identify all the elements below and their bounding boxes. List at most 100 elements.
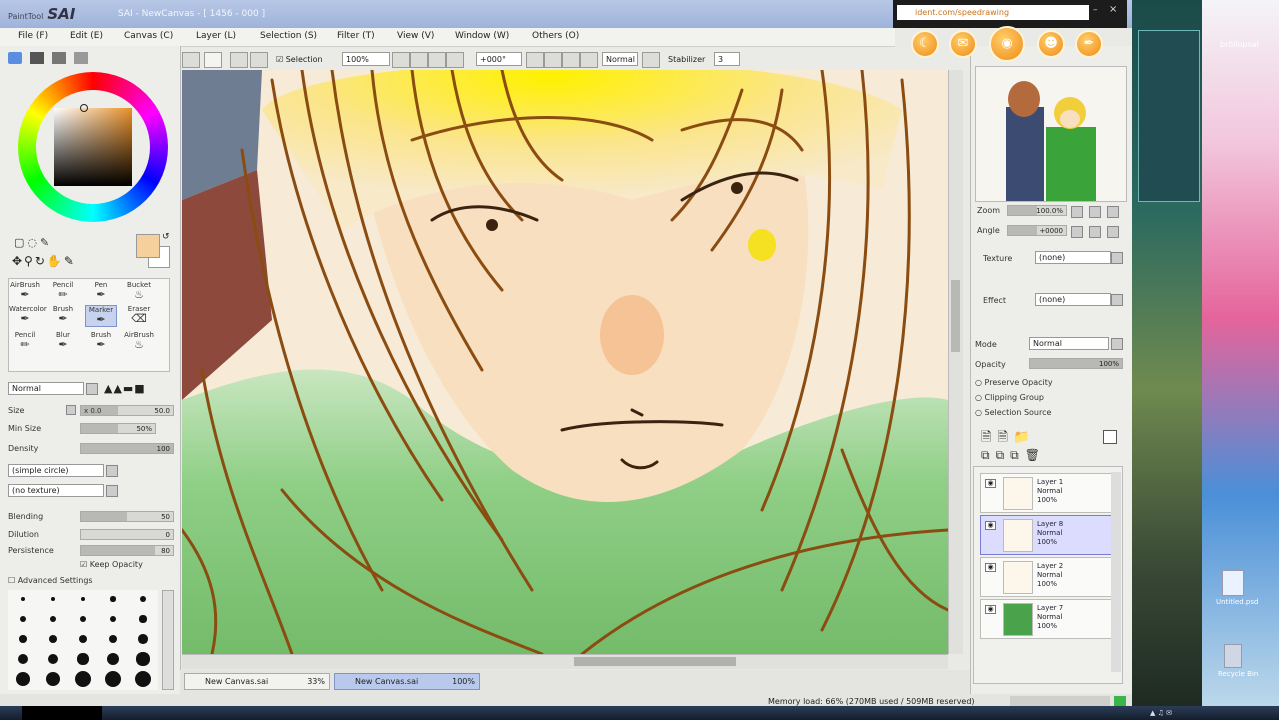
preserve-opacity-checkbox[interactable]: ○ Preserve Opacity	[975, 378, 1053, 387]
desktop-icon-label[interactable]: Untitled.psd	[1216, 598, 1258, 606]
brush-size-dot[interactable]	[136, 652, 150, 666]
tool-bucket[interactable]: Bucket ♨	[123, 281, 155, 303]
nav-rotate-left-button[interactable]	[1071, 226, 1083, 238]
brush-mode-dropdown[interactable]: Normal	[8, 382, 84, 395]
brush-size-dot[interactable]	[50, 596, 56, 602]
brush-size-dot[interactable]	[139, 615, 147, 623]
nav-zoom-out-button[interactable]	[1089, 206, 1101, 218]
density-slider[interactable]: 100	[80, 443, 174, 454]
keep-opacity-checkbox[interactable]: ☑ Keep Opacity	[80, 560, 143, 569]
zoom-fit-button[interactable]	[446, 52, 464, 68]
menu-edit[interactable]: Edit (E)	[70, 31, 103, 41]
zoom-in-button[interactable]	[392, 52, 410, 68]
menu-window[interactable]: Window (W)	[455, 31, 509, 41]
canvas-vertical-scrollbar[interactable]	[948, 70, 963, 654]
document-tab[interactable]: New Canvas.sai 33%	[184, 673, 330, 690]
hide-selection-button[interactable]	[230, 52, 248, 68]
tool-blur[interactable]: Blur ✒	[47, 331, 79, 353]
brush-size-dot[interactable]	[19, 615, 27, 623]
new-layer-buttons[interactable]: 🗎🗎📁	[981, 428, 1036, 450]
overlay-brush-icon[interactable]: ✒	[1075, 30, 1103, 58]
menu-file[interactable]: File (F)	[18, 31, 48, 41]
brush-mode-arrow-icon[interactable]	[86, 383, 98, 395]
tool-brush-2[interactable]: Brush ✒	[47, 305, 79, 327]
brush-size-dot[interactable]	[17, 653, 29, 665]
swap-colors-icon[interactable]: ↺	[162, 232, 170, 242]
hsv-slider-tab-icon[interactable]	[52, 52, 66, 64]
brush-size-dot[interactable]	[75, 671, 91, 687]
brush-size-dot[interactable]	[140, 596, 146, 602]
rotation-field[interactable]: +000°	[476, 52, 522, 66]
zoom-reset-button[interactable]	[428, 52, 446, 68]
brush-size-dot[interactable]	[78, 634, 88, 644]
tool-pen[interactable]: Pen ✒	[85, 281, 117, 303]
layer-mode-dropdown[interactable]: Normal	[1029, 337, 1109, 350]
invert-selection-button[interactable]	[204, 52, 222, 68]
stabilizer-field[interactable]: 3	[714, 52, 740, 66]
selection-source-checkbox[interactable]: ○ Selection Source	[975, 408, 1051, 417]
color-wheel-tab-icon[interactable]	[8, 52, 22, 64]
brush-size-dot[interactable]	[19, 635, 27, 643]
tool-marker[interactable]: Marker ✒	[85, 305, 117, 327]
menu-filter[interactable]: Filter (T)	[337, 31, 375, 41]
tool-airbrush[interactable]: AirBrush ✒	[9, 281, 41, 303]
nav-rotate-reset-button[interactable]	[1107, 226, 1119, 238]
select-tools-row[interactable]: ▢◌✎	[14, 236, 52, 249]
nav-zoom-in-button[interactable]	[1071, 206, 1083, 218]
brush-size-dot[interactable]	[80, 596, 86, 602]
dilution-slider[interactable]: 0	[80, 529, 174, 540]
tool-brush-3[interactable]: Brush ✒	[85, 331, 117, 353]
layer-item-selected[interactable]: ◉ Layer 8 Normal 100%	[980, 515, 1112, 555]
brush-size-dot[interactable]	[108, 634, 118, 644]
brush-texture-dropdown[interactable]: (no texture)	[8, 484, 104, 497]
texture-arrow-icon[interactable]	[1111, 252, 1123, 264]
rgb-slider-tab-icon[interactable]	[30, 52, 44, 64]
brush-size-dot[interactable]	[16, 672, 30, 686]
overlay-minimize-icon[interactable]: –	[1093, 5, 1098, 15]
tool-pencil-2[interactable]: Pencil ✏	[9, 331, 41, 353]
new-mask-button[interactable]	[1103, 430, 1117, 444]
layer-item[interactable]: ◉ Layer 7 Normal 100%	[980, 599, 1112, 639]
menu-canvas[interactable]: Canvas (C)	[124, 31, 173, 41]
brush-size-dot[interactable]	[49, 635, 57, 643]
effect-arrow-icon[interactable]	[1111, 294, 1123, 306]
brush-size-dot[interactable]	[110, 596, 116, 602]
size-multiplier-icon[interactable]	[66, 405, 76, 415]
layer-item[interactable]: ◉ Layer 1 Normal 100%	[980, 473, 1112, 513]
overlay-user-icon[interactable]: ☻	[1037, 30, 1065, 58]
overlay-close-icon[interactable]: ×	[1109, 4, 1117, 15]
brush-size-dot[interactable]	[77, 653, 89, 665]
clipping-group-checkbox[interactable]: ○ Clipping Group	[975, 393, 1044, 402]
eye-icon[interactable]: ◉	[985, 521, 996, 530]
zoom-out-button[interactable]	[410, 52, 428, 68]
overlay-url-bar[interactable]: ident.com/speedrawing	[897, 5, 1089, 20]
menu-view[interactable]: View (V)	[397, 31, 434, 41]
brush-size-dot[interactable]	[45, 671, 61, 687]
zoom-field[interactable]: 100%	[342, 52, 390, 66]
eye-icon[interactable]: ◉	[985, 605, 996, 614]
persistence-slider[interactable]: 80	[80, 545, 174, 556]
start-button[interactable]	[22, 706, 102, 720]
deselect-button[interactable]	[182, 52, 200, 68]
document-icon[interactable]	[1222, 570, 1244, 596]
flip-button[interactable]	[580, 52, 598, 68]
brush-tip-shape-icons[interactable]: ▲▲▬■	[104, 382, 146, 395]
drawing-canvas[interactable]	[182, 70, 948, 654]
rotate-left-button[interactable]	[526, 52, 544, 68]
blending-slider[interactable]: 50	[80, 511, 174, 522]
advanced-settings-checkbox[interactable]: ☐ Advanced Settings	[8, 576, 93, 585]
color-picker-marker[interactable]	[80, 104, 88, 112]
recycle-bin-label[interactable]: Recycle Bin	[1218, 670, 1258, 678]
brush-size-dot[interactable]	[79, 615, 87, 623]
rotate-right-button[interactable]	[544, 52, 562, 68]
navigator-preview[interactable]	[975, 66, 1127, 202]
layer-opacity-slider[interactable]: 100%	[1029, 358, 1123, 369]
menu-layer[interactable]: Layer (L)	[196, 31, 236, 41]
eye-icon[interactable]: ◉	[985, 479, 996, 488]
view-tools-row[interactable]: ✥⚲↻✋✎	[12, 254, 76, 268]
swatch-tab-icon[interactable]	[74, 52, 88, 64]
layer-list-scrollbar[interactable]	[1111, 472, 1121, 672]
brush-size-dot[interactable]	[135, 671, 151, 687]
nav-angle-slider[interactable]: +0000	[1007, 225, 1067, 236]
tool-watercolor[interactable]: Watercolor ✒	[9, 305, 47, 327]
